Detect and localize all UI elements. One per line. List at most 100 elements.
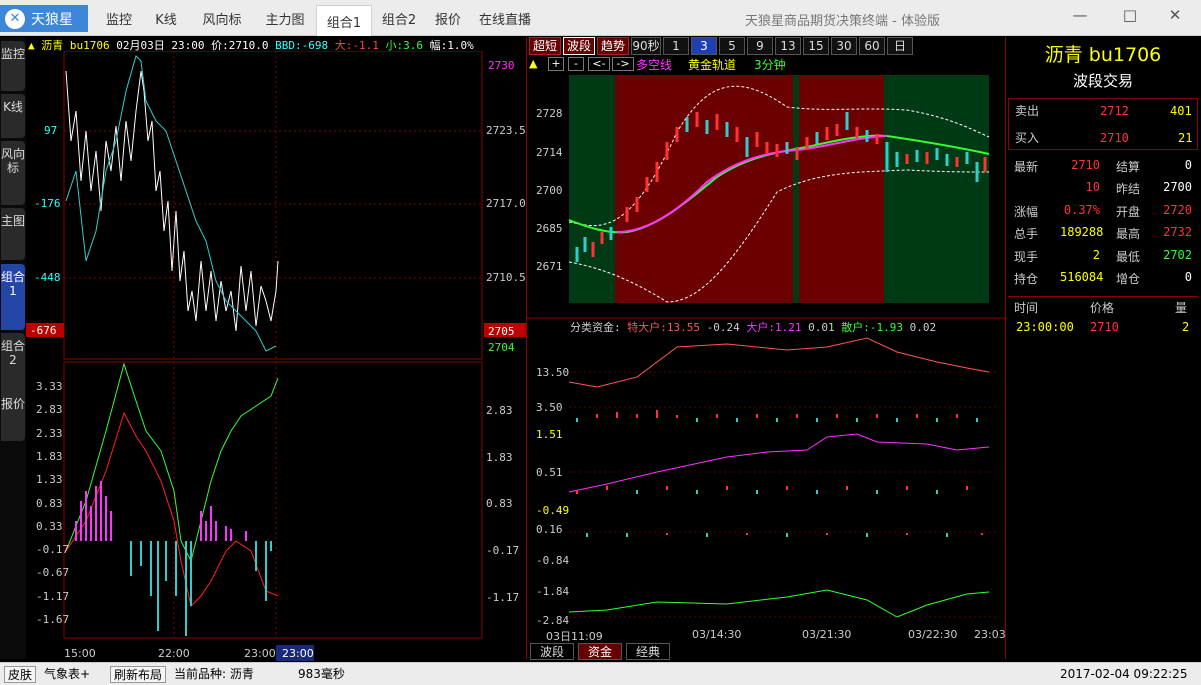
quote-title: 沥青 bu1706 — [1044, 44, 1162, 66]
stat-label: 最新 — [1014, 160, 1039, 174]
menu-combo2[interactable]: 组合2 — [372, 5, 426, 32]
period-label: 3分钟 — [754, 58, 786, 72]
menu-quote[interactable]: 报价 — [426, 5, 470, 32]
right-axis-label: 2717.0 — [486, 197, 526, 210]
refresh-layout-button[interactable]: 刷新布局 — [110, 666, 167, 683]
btn-day[interactable]: 日 — [887, 37, 913, 55]
fund-axis-label: 0.16 — [536, 523, 563, 536]
price-axis-label: 2671 — [536, 260, 563, 273]
left-axis-label: -676 — [30, 324, 57, 337]
menu-main-chart[interactable]: 主力图 — [254, 5, 316, 32]
triangle-icon[interactable]: ▲ — [529, 57, 537, 70]
osc-left-label: -0.17 — [36, 543, 70, 557]
tab-band[interactable]: 波段 — [530, 643, 574, 660]
btn-13[interactable]: 13 — [775, 37, 801, 55]
right-axis-label: 2723.5 — [486, 124, 526, 137]
close-icon[interactable]: ✕ — [1155, 6, 1195, 28]
dkx-label: 多空线 — [636, 58, 673, 72]
stat-label: 开盘 — [1116, 204, 1141, 219]
left-axis-label: -176 — [34, 197, 61, 210]
btn-5[interactable]: 5 — [719, 37, 745, 55]
trade-price: 2710 — [1090, 320, 1119, 334]
window-title: 天狼星商品期货决策终端 - 体验版 — [745, 14, 940, 29]
zoom-in-button[interactable]: + — [548, 57, 564, 71]
stat-label: 最低 — [1116, 249, 1141, 264]
date-axis-label: 03/22:30 — [908, 628, 958, 641]
scroll-left-button[interactable]: <- — [588, 57, 610, 71]
tab-fund[interactable]: 资金 — [578, 643, 622, 660]
stat-value: 2702 — [1163, 247, 1192, 262]
menu-live[interactable]: 在线直播 — [472, 5, 538, 32]
skin-button[interactable]: 皮肤 — [4, 666, 37, 683]
osc-right-label: -1.17 — [486, 590, 520, 604]
price-axis-label: 2728 — [536, 107, 563, 120]
sell-volume: 401 — [1170, 104, 1192, 118]
stat-value: 516084 — [1060, 270, 1104, 284]
side-tab-combo2[interactable]: 组合2 — [1, 333, 25, 397]
osc-right-label: 2.83 — [486, 404, 513, 417]
side-tab-monitor[interactable]: 监控 — [1, 41, 25, 91]
kline-chart — [527, 75, 1005, 618]
btn-trend[interactable]: 趋势 — [597, 37, 629, 55]
osc-left-label: 0.33 — [36, 519, 63, 533]
buy-price: 2710 — [1100, 131, 1129, 145]
btn-3[interactable]: 3 — [691, 37, 717, 55]
trade-time: 23:00:00 — [1016, 320, 1074, 334]
buy-label: 买入 — [1015, 131, 1040, 145]
maximize-icon[interactable]: □ — [1110, 6, 1150, 28]
btn-30[interactable]: 30 — [831, 37, 857, 55]
left-axis-label: 97 — [44, 124, 58, 137]
side-tab-main[interactable]: 主图 — [1, 208, 25, 260]
btn-ultrashort[interactable]: 超短 — [529, 37, 561, 55]
status-bar: 皮肤 气象表+ 刷新布局 当前品种: 沥青 983毫秒 2017-02-04 0… — [0, 662, 1201, 685]
menu-kline[interactable]: K线 — [144, 5, 188, 32]
stat-value: 2 — [1092, 247, 1100, 262]
gold-track-label: 黄金轨道 — [688, 58, 737, 72]
side-tab-wind[interactable]: 风向标 — [1, 141, 25, 205]
btn-15[interactable]: 15 — [803, 37, 829, 55]
sell-price: 2712 — [1100, 104, 1129, 118]
date-axis-label: 23:03 — [974, 628, 1006, 641]
right-axis-label: 2705 — [488, 325, 515, 338]
date-axis-label: 03/14:30 — [692, 628, 742, 641]
osc-right-label: 0.83 — [486, 497, 513, 511]
fund-axis-label: -1.84 — [536, 585, 570, 598]
stat-value: 0 — [1184, 270, 1192, 284]
time-label-current: 23:00 — [282, 647, 314, 660]
menu-wind[interactable]: 风向标 — [190, 5, 254, 32]
stat-value: 0 — [1184, 158, 1192, 172]
time-label: 23:00 — [244, 647, 276, 660]
stat-value: 2720 — [1163, 202, 1192, 217]
side-tab-quote[interactable]: 报价 — [1, 391, 25, 441]
price-axis-label: 2685 — [536, 222, 563, 235]
side-tab-combo1[interactable]: 组合1 — [1, 264, 25, 330]
osc-left-label: 1.83 — [36, 449, 63, 463]
btn-1[interactable]: 1 — [663, 37, 689, 55]
fund-axis-label: -0.84 — [536, 554, 570, 567]
osc-left-label: 0.83 — [36, 496, 63, 510]
scroll-right-button[interactable]: -> — [612, 57, 634, 71]
stat-label: 最高 — [1116, 227, 1141, 242]
osc-left-label: -1.17 — [36, 589, 70, 603]
zoom-out-button[interactable]: - — [568, 57, 584, 71]
tab-classic[interactable]: 经典 — [626, 643, 670, 660]
weather-button[interactable]: 气象表+ — [44, 666, 90, 683]
btn-9[interactable]: 9 — [747, 37, 773, 55]
app-logo[interactable]: ✕ 天狼星 — [0, 5, 88, 32]
side-tab-kline[interactable]: K线 — [1, 94, 25, 138]
menu-monitor[interactable]: 监控 — [94, 5, 144, 32]
current-instrument: 当前品种: 沥青 — [174, 667, 254, 681]
osc-left-label: -0.67 — [36, 566, 70, 580]
minimize-icon[interactable]: — — [1060, 6, 1100, 28]
osc-left-label: 1.33 — [36, 473, 63, 487]
btn-band[interactable]: 波段 — [563, 37, 595, 55]
osc-right-label: -0.17 — [486, 544, 520, 558]
btn-60[interactable]: 60 — [859, 37, 885, 55]
btn-90s[interactable]: 90秒 — [631, 37, 661, 55]
fund-axis-label: 13.50 — [536, 366, 570, 379]
menu-combo1[interactable]: 组合1 — [316, 5, 372, 36]
wolf-logo-icon: ✕ — [5, 8, 25, 29]
buy-volume: 21 — [1178, 131, 1193, 145]
time-label: 22:00 — [158, 647, 190, 660]
osc-left-label: 2.33 — [36, 426, 63, 440]
